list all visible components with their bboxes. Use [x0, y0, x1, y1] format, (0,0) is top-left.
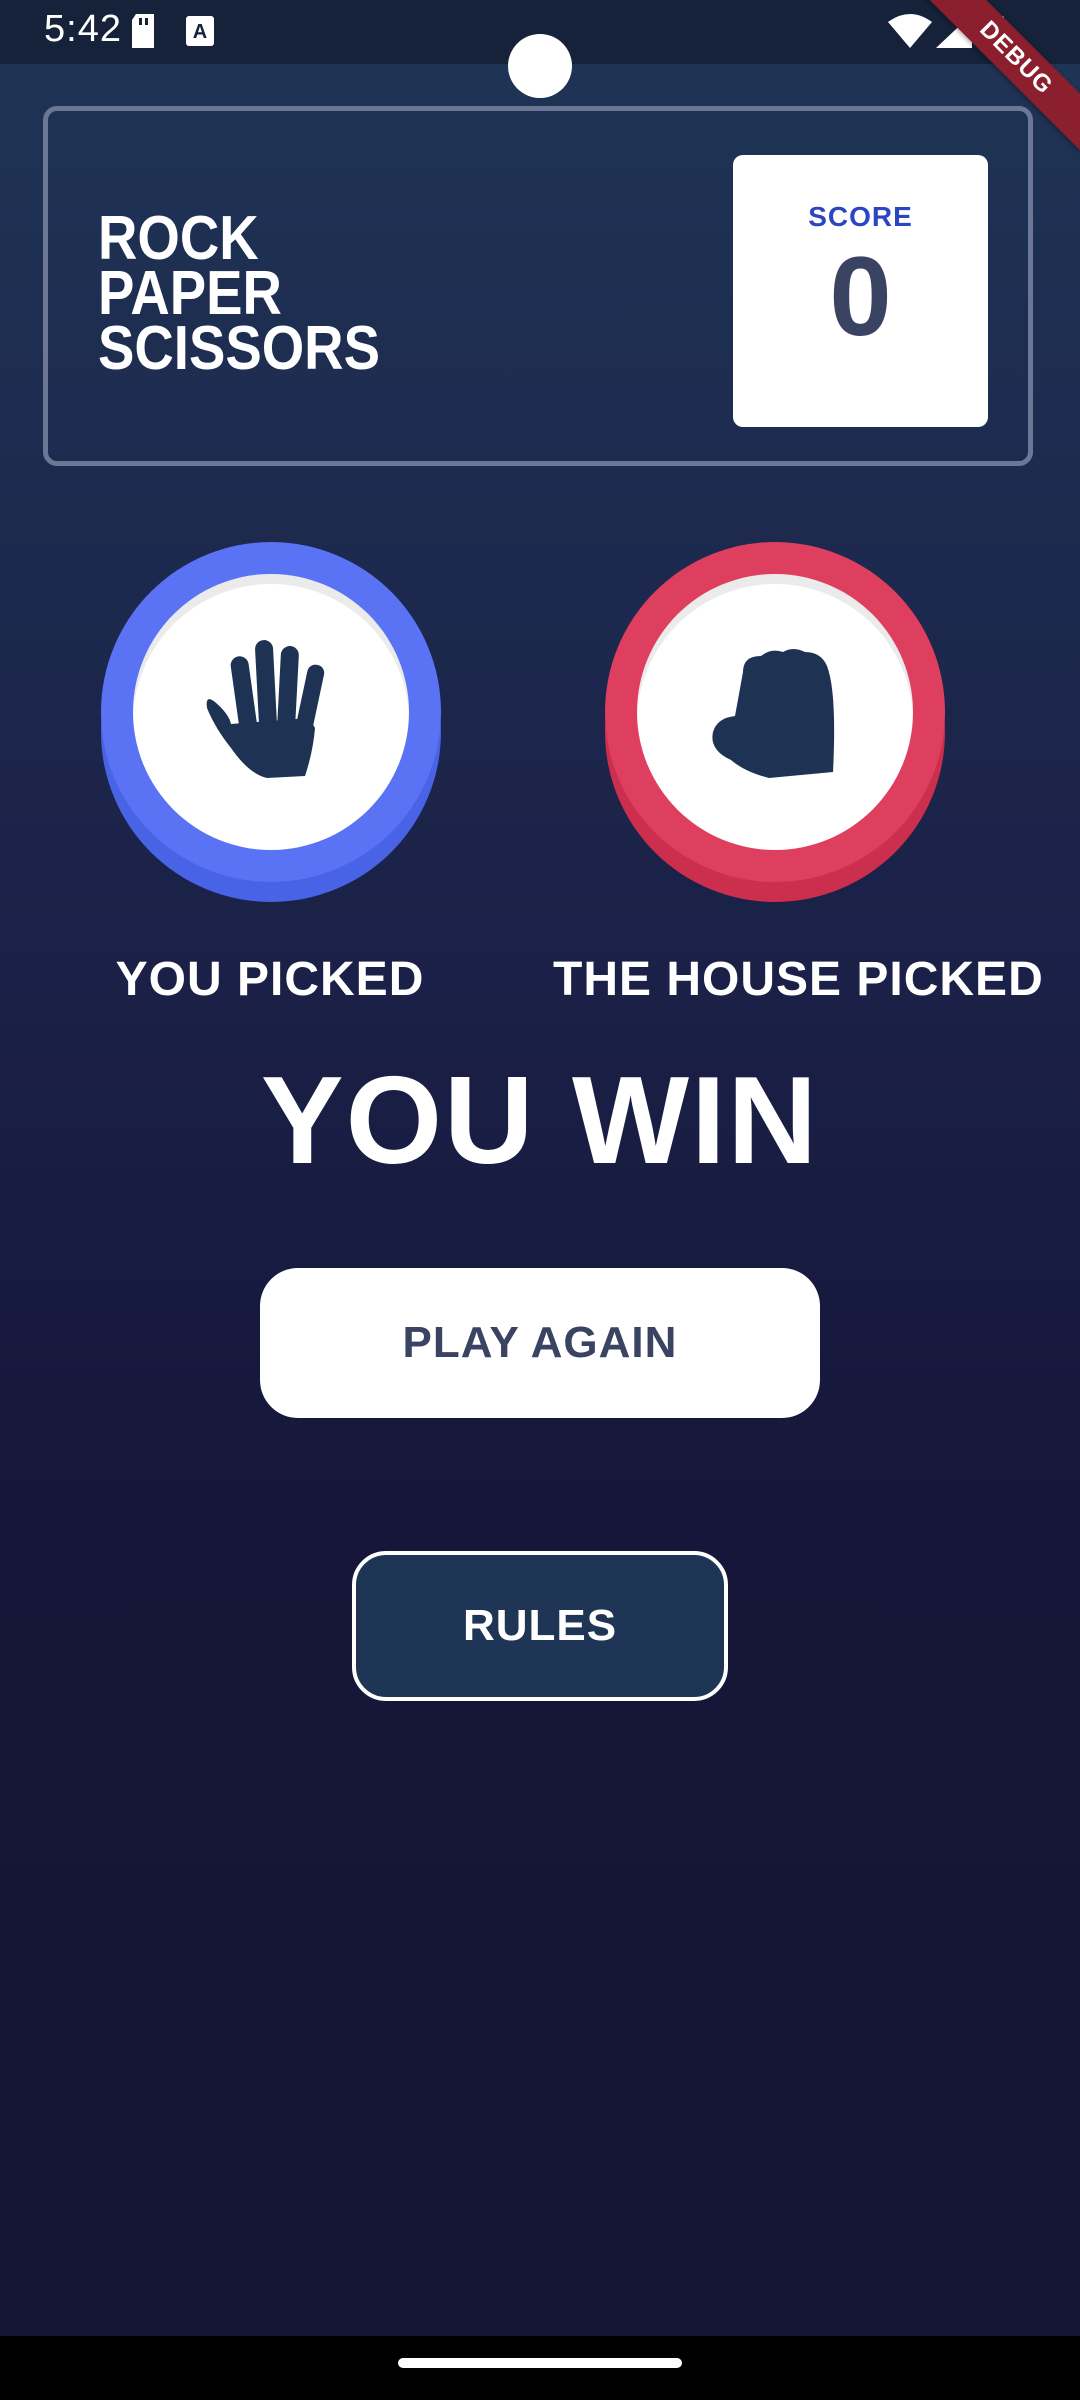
- title-line-scissors: SCISSORS: [98, 314, 380, 383]
- player-pick-chip: [101, 542, 441, 902]
- play-again-button[interactable]: PLAY AGAIN: [260, 1268, 820, 1418]
- house-pick-chip: [605, 542, 945, 902]
- rules-button[interactable]: RULES: [352, 1551, 728, 1701]
- result-text: YOU WIN: [260, 1052, 820, 1190]
- hand-rock-icon: [712, 649, 835, 778]
- camera-cutout: [508, 34, 572, 98]
- hand-paper-icon: [206, 640, 325, 778]
- score-value: 0: [829, 234, 892, 359]
- header-panel: ROCK PAPER SCISSORS SCORE 0: [43, 106, 1033, 466]
- svg-text:A: A: [193, 21, 207, 43]
- status-time: 5:42: [44, 8, 122, 50]
- score-label: SCORE: [808, 201, 913, 232]
- keyboard-a-icon: A: [186, 16, 214, 46]
- wifi-icon: [888, 14, 932, 48]
- house-picked-label: THE HOUSE PICKED: [553, 953, 1044, 1006]
- game-screen: 5:42 A DEBUG ROCK PAPER SCISSORS SCORE 0…: [0, 0, 1080, 2336]
- navigation-bar: [0, 2336, 1080, 2400]
- title-line-rock: ROCK: [98, 204, 259, 273]
- score-box: SCORE 0: [733, 155, 988, 427]
- home-indicator[interactable]: [398, 2358, 682, 2368]
- sd-card-icon: [132, 14, 154, 48]
- you-picked-label: YOU PICKED: [115, 953, 425, 1006]
- title-line-paper: PAPER: [98, 259, 282, 328]
- game-title: ROCK PAPER SCISSORS: [98, 204, 380, 383]
